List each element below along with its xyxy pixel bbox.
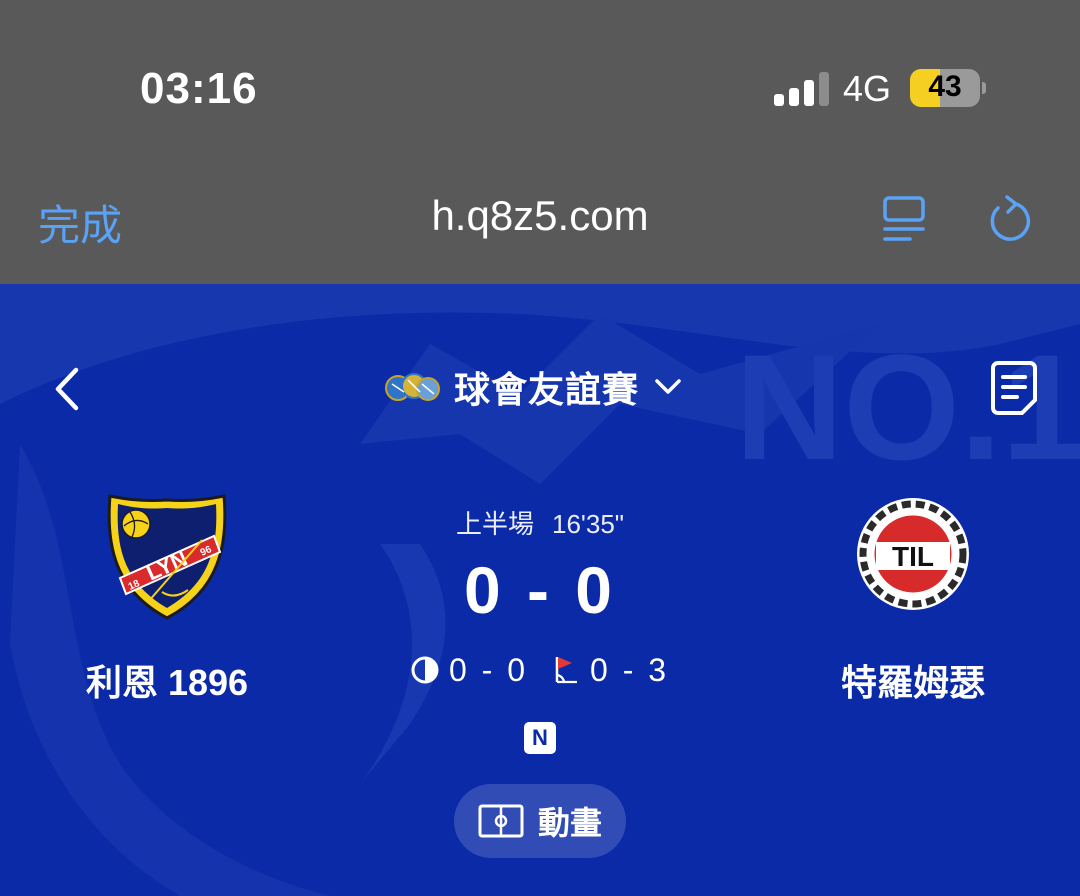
away-team[interactable]: TIL 特羅姆瑟 bbox=[793, 494, 1033, 706]
home-team-name: 利恩 1896 bbox=[85, 662, 249, 703]
document-icon[interactable] bbox=[990, 360, 1038, 416]
match-period: 上半場 16'35" bbox=[390, 504, 690, 541]
match-minute: 16'35" bbox=[551, 509, 625, 539]
back-button[interactable] bbox=[50, 364, 84, 414]
neutral-venue-badge: N bbox=[524, 722, 556, 754]
battery-level: 43 bbox=[928, 70, 962, 103]
home-team[interactable]: LYN 18 96 利恩 1896 bbox=[47, 494, 287, 706]
away-team-name: 特羅姆瑟 bbox=[840, 662, 985, 703]
reader-icon[interactable] bbox=[880, 194, 930, 244]
battery-icon: 43 bbox=[910, 69, 980, 107]
home-team-logo: LYN 18 96 bbox=[107, 494, 227, 620]
league-selector[interactable]: 球會友誼賽 bbox=[384, 362, 683, 412]
animation-button[interactable]: 動畫 bbox=[454, 784, 626, 858]
status-time: 03:16 bbox=[140, 64, 258, 113]
svg-text:TIL: TIL bbox=[892, 541, 934, 572]
half-time-score: 0 - 0 bbox=[448, 651, 528, 688]
chevron-down-icon bbox=[655, 379, 681, 394]
pitch-icon bbox=[478, 804, 524, 838]
period-label: 上半場 bbox=[455, 509, 534, 539]
corner-score: 0 - 3 bbox=[590, 651, 670, 688]
league-logo-icon bbox=[385, 373, 440, 401]
match-header: NO.1 球會友誼賽 LYN 18 96 利恩 1896 上半場 16'35" … bbox=[0, 284, 1080, 896]
animation-label: 動畫 bbox=[537, 805, 602, 841]
half-circle-icon bbox=[411, 656, 439, 684]
corner-flag-icon bbox=[555, 657, 577, 684]
reload-icon[interactable] bbox=[985, 194, 1035, 246]
network-type: 4G bbox=[843, 68, 892, 109]
signal-strength-icon bbox=[774, 70, 830, 106]
league-name: 球會友誼賽 bbox=[454, 369, 640, 410]
browser-chrome: 03:16 4G 43 完成 h.q8z5.com bbox=[0, 0, 1080, 284]
match-score: 0 - 0 bbox=[463, 553, 617, 627]
match-stats: 0 - 0 0 - 3 bbox=[390, 650, 690, 690]
away-team-logo: TIL bbox=[857, 498, 969, 610]
